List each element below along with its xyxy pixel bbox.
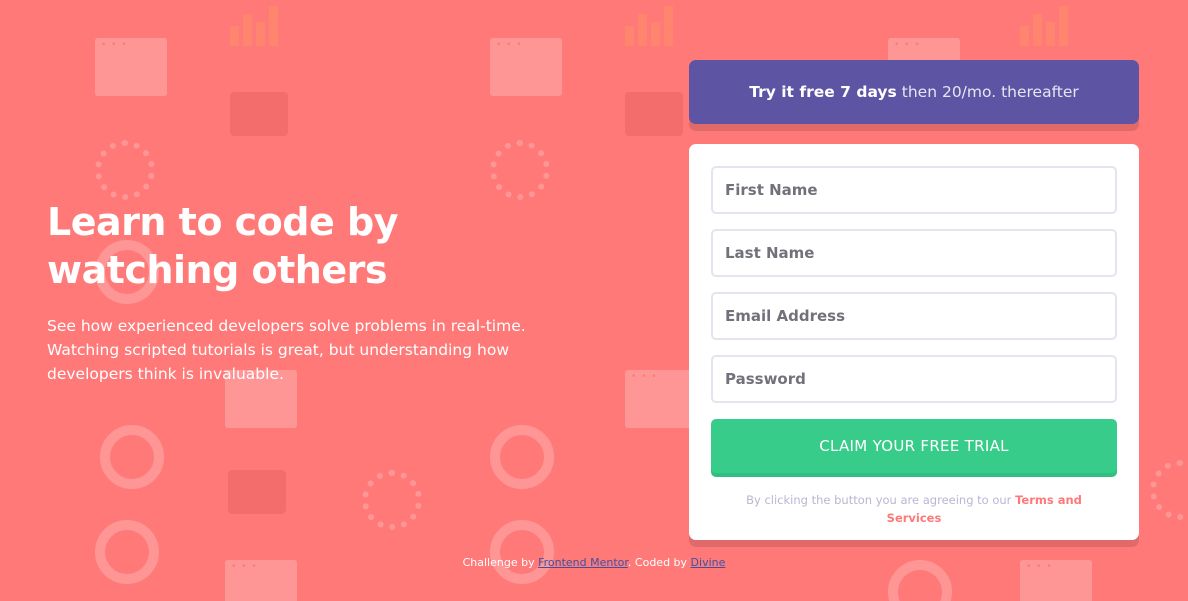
email-field[interactable] [711, 292, 1117, 340]
toolbox-icon [625, 92, 683, 136]
promo-strong-text: Try it free 7 days [749, 83, 897, 101]
challenge-prefix: Challenge by [462, 556, 535, 569]
bar-chart-icon [625, 0, 673, 46]
browser-window-icon [95, 38, 167, 96]
frontend-mentor-link[interactable]: Frontend Mentor [538, 556, 628, 569]
browser-window-icon [625, 370, 697, 428]
hero-section: Learn to code by watching others See how… [47, 198, 567, 386]
network-icon [490, 140, 550, 200]
password-field[interactable] [711, 355, 1117, 403]
coded-by-prefix: . [627, 556, 635, 569]
hero-headline: Learn to code by watching others [47, 200, 398, 292]
bar-chart-icon [1020, 0, 1068, 46]
terms-prefix: By clicking the button you are agreeing … [746, 493, 1012, 507]
last-name-field[interactable] [711, 229, 1117, 277]
toolbox-icon [230, 92, 288, 136]
lifebuoy-icon [95, 520, 159, 584]
globe-icon [1150, 460, 1188, 520]
gear-icon [100, 425, 164, 489]
gear-icon [490, 425, 554, 489]
promo-rest-text: then 20/mo. thereafter [901, 83, 1079, 101]
signup-form: CLAIM YOUR FREE TRIAL By clicking the bu… [689, 144, 1139, 540]
claim-free-trial-button[interactable]: CLAIM YOUR FREE TRIAL [711, 419, 1117, 473]
browser-window-icon [490, 38, 562, 96]
terms-notice: By clicking the button you are agreeing … [711, 491, 1117, 527]
globe-icon [362, 470, 422, 530]
bar-chart-icon [230, 0, 278, 46]
author-link[interactable]: Divine [691, 556, 726, 569]
hero-description: See how experienced developers solve pro… [47, 317, 526, 383]
lifebuoy-icon [490, 520, 554, 584]
network-icon [95, 140, 155, 200]
first-name-field[interactable] [711, 166, 1117, 214]
attribution-footer: Challenge by Frontend Mentor. Coded by D… [0, 556, 1188, 569]
trial-promo-banner: Try it free 7 days then 20/mo. thereafte… [689, 60, 1139, 124]
key-icon [228, 470, 286, 514]
coded-prefix: Coded by [634, 556, 688, 569]
